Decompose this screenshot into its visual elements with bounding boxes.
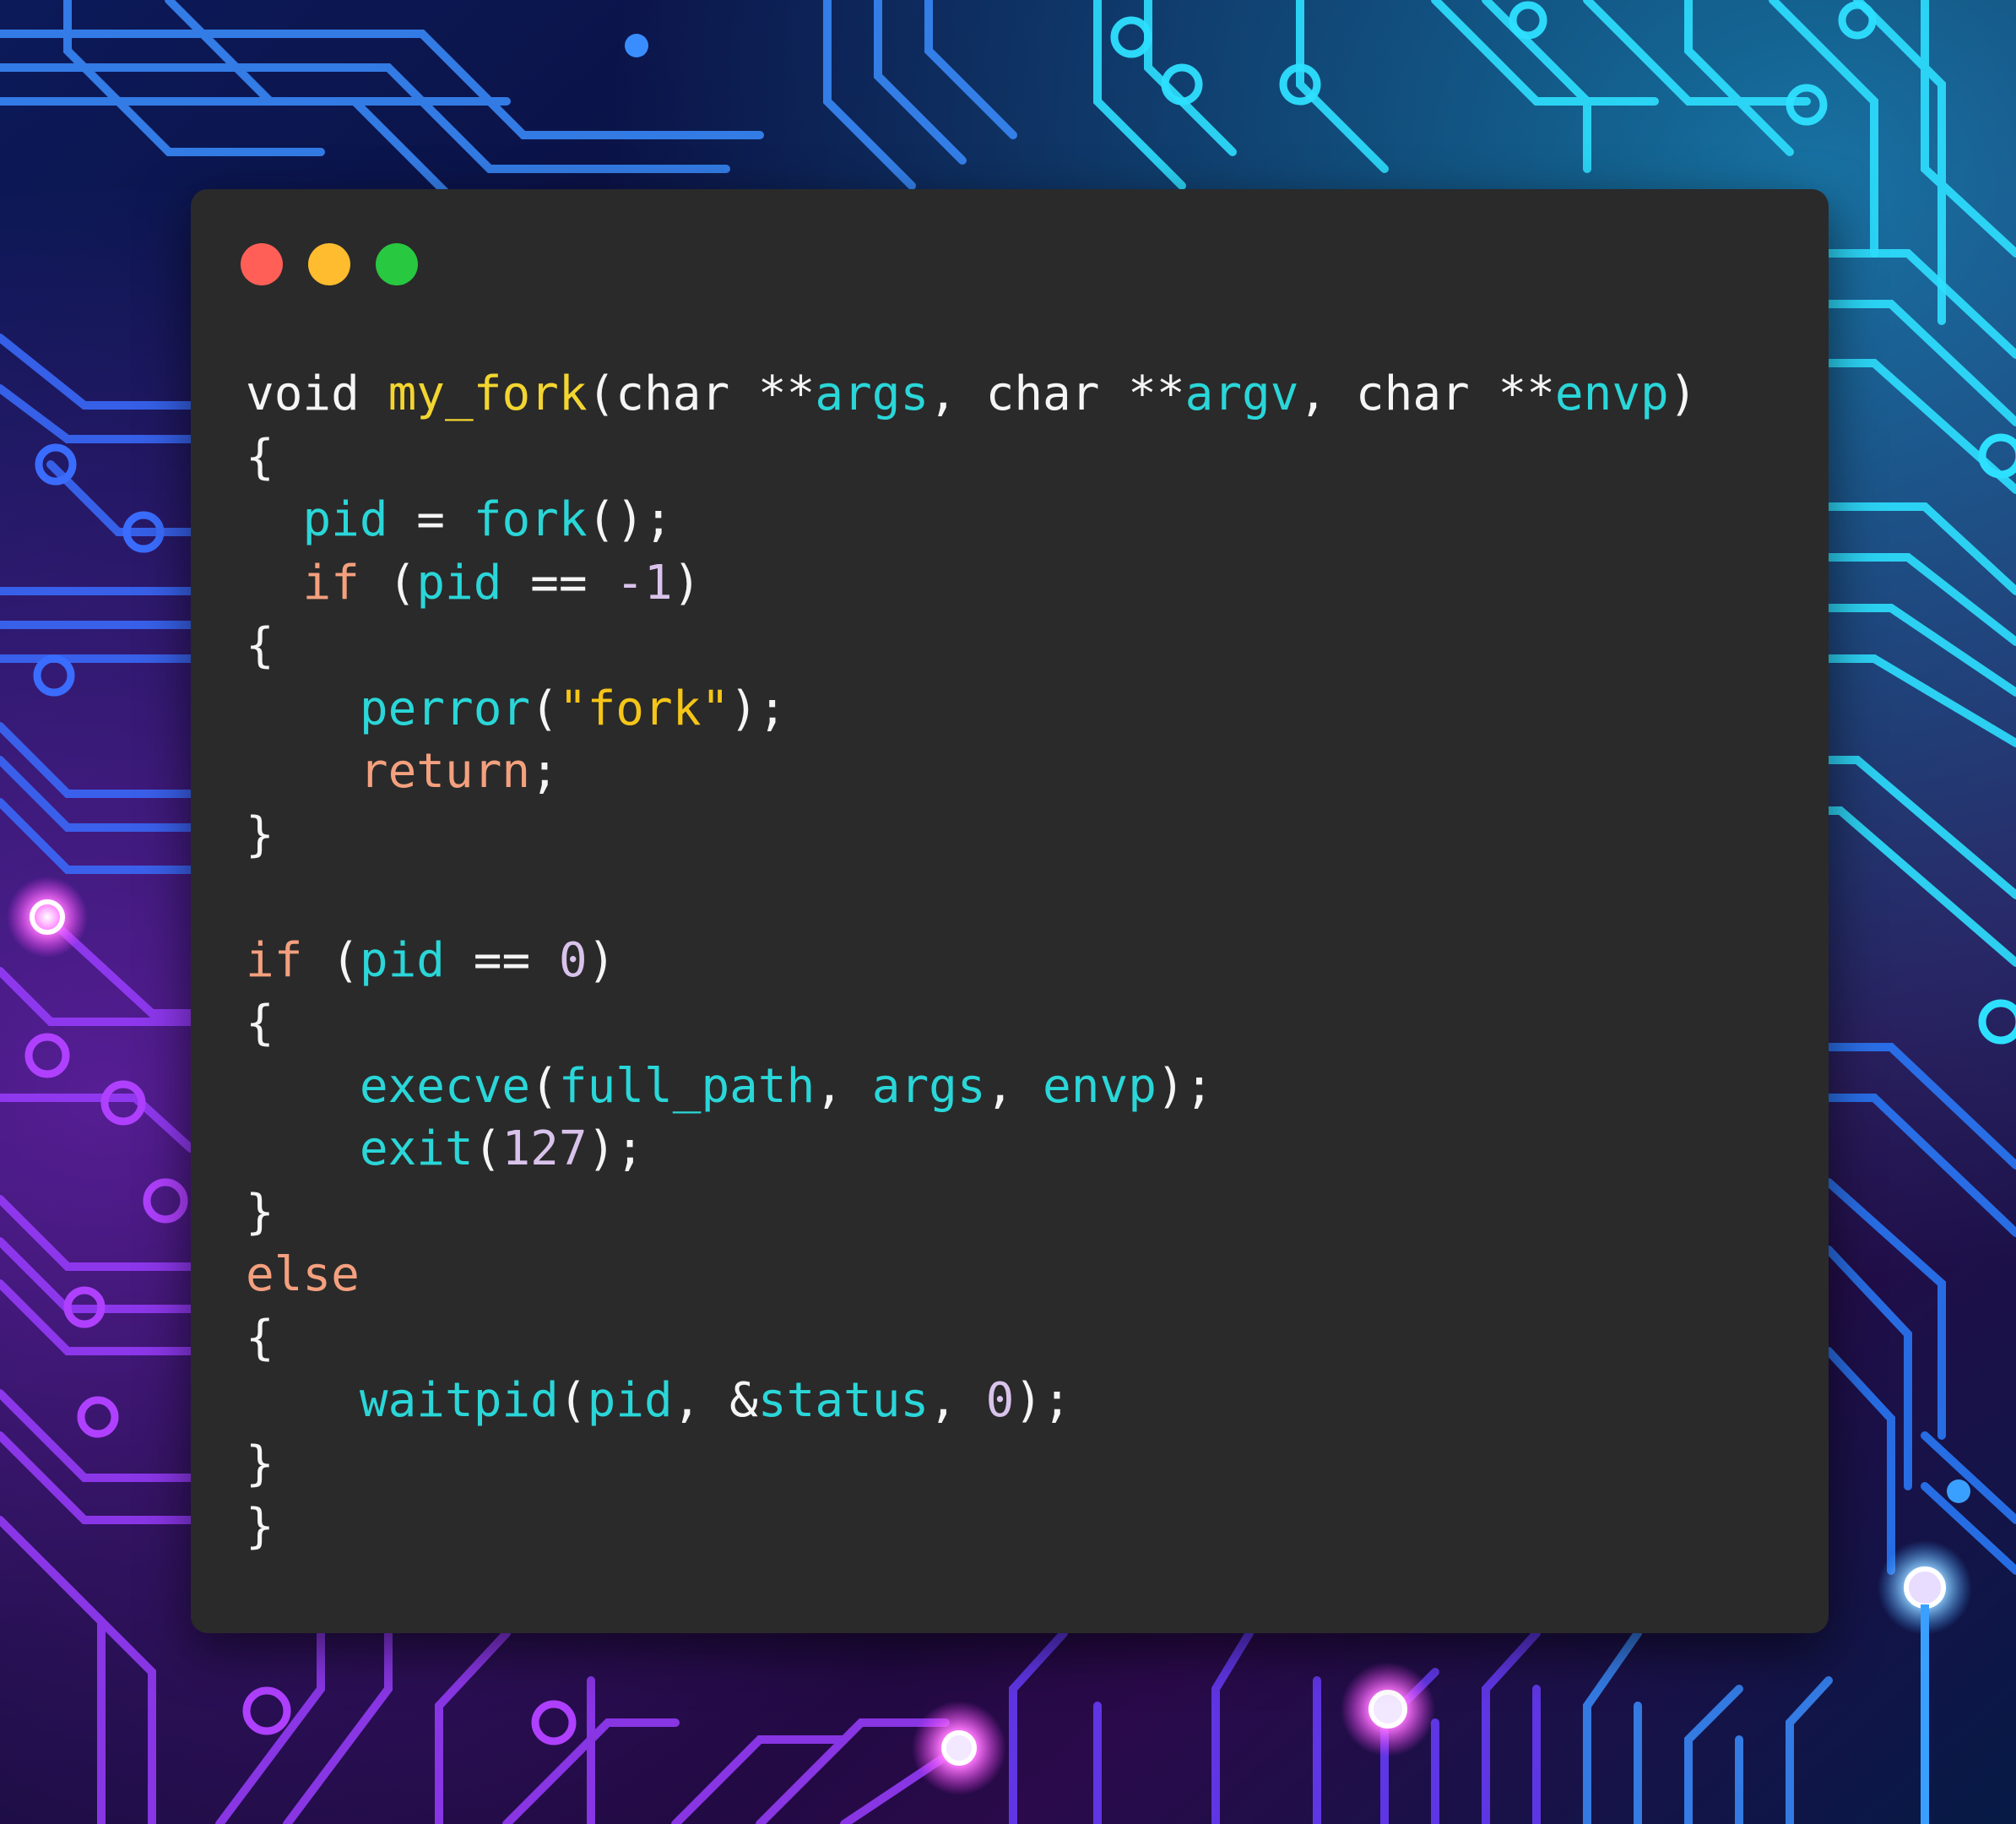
close-button[interactable] — [241, 243, 283, 285]
code-token-plain: } — [246, 1184, 274, 1240]
code-token-ident: pid — [587, 1373, 673, 1428]
code-token-plain: ); — [1014, 1373, 1071, 1428]
code-token-ident: pid — [359, 932, 446, 988]
code-token-plain: == — [501, 555, 616, 611]
code-token-ident: status — [757, 1373, 929, 1428]
code-token-ident: pid — [302, 492, 388, 547]
code-block[interactable]: void my_fork(char **args, char **argv, c… — [246, 363, 1697, 1559]
code-token-plain: { — [246, 618, 274, 673]
code-token-plain: ); — [729, 681, 787, 736]
code-token-plain: void — [246, 366, 388, 421]
code-line: void my_fork(char **args, char **argv, c… — [246, 363, 1697, 426]
code-token-plain: } — [246, 806, 274, 862]
code-token-ident: perror — [359, 681, 531, 736]
code-token-plain: , — [929, 1373, 986, 1428]
code-token-plain: ); — [587, 1121, 645, 1176]
code-token-ident: exit — [359, 1121, 474, 1176]
code-token-plain: , — [815, 1058, 872, 1114]
code-token-str: "fork" — [558, 681, 730, 736]
code-token-ident: waitpid — [359, 1373, 559, 1428]
zoom-button[interactable] — [376, 243, 418, 285]
code-token-plain: ; — [530, 744, 559, 799]
code-token-plain: ) — [1668, 366, 1698, 421]
code-token-ident: fork — [473, 492, 588, 547]
code-token-func: my_fork — [387, 366, 588, 421]
code-line: if (pid == 0) — [246, 930, 1697, 993]
code-line: return; — [246, 741, 1697, 804]
code-token-kw: if — [246, 932, 303, 988]
code-token-plain: ( — [473, 1121, 502, 1176]
code-token-ident: envp — [1554, 366, 1669, 421]
code-token-num: 0 — [985, 1373, 1015, 1428]
code-token-plain: , & — [672, 1373, 758, 1428]
code-line: { — [246, 615, 1697, 678]
code-line: if (pid == -1) — [246, 552, 1697, 616]
code-token-plain: ) — [587, 932, 616, 988]
code-line: else — [246, 1244, 1697, 1307]
code-token-plain: ( — [302, 932, 360, 988]
code-token-ident: full_path — [558, 1058, 816, 1114]
code-token-num: -1 — [615, 555, 673, 611]
code-line: pid = fork(); — [246, 489, 1697, 552]
code-token-plain: (); — [587, 492, 673, 547]
code-line: } — [246, 1496, 1697, 1559]
code-token-plain: == — [445, 932, 559, 988]
code-line: exit(127); — [246, 1118, 1697, 1181]
code-line: execve(full_path, args, envp); — [246, 1056, 1697, 1119]
code-token-plain: { — [246, 996, 274, 1050]
code-token-kw: return — [359, 744, 531, 799]
code-line: { — [246, 1307, 1697, 1371]
code-token-kw: else — [246, 1247, 360, 1302]
code-line: } — [246, 1433, 1697, 1496]
code-token-plain: ) — [672, 555, 702, 611]
code-token-ident: pid — [416, 555, 502, 611]
code-token-ident: argv — [1184, 366, 1299, 421]
code-token-plain: } — [246, 1436, 274, 1491]
code-token-plain: } — [246, 1499, 274, 1554]
code-token-plain: { — [246, 1310, 274, 1365]
code-token-num: 0 — [558, 932, 588, 988]
code-token-kw: if — [302, 555, 360, 611]
code-token-plain: ); — [1156, 1058, 1214, 1114]
code-token-ident: envp — [1043, 1058, 1157, 1114]
code-token-ident: execve — [359, 1058, 531, 1114]
code-token-plain: , char ** — [1298, 366, 1555, 421]
code-token-plain: (char ** — [587, 366, 816, 421]
code-token-plain: ( — [558, 1373, 588, 1428]
code-line: perror("fork"); — [246, 678, 1697, 741]
window-controls — [241, 243, 418, 285]
code-token-num: 127 — [501, 1121, 588, 1176]
code-token-plain: , — [985, 1058, 1043, 1114]
minimize-button[interactable] — [308, 243, 350, 285]
code-token-ident: args — [871, 1058, 986, 1114]
code-line: { — [246, 426, 1697, 490]
code-token-plain: ( — [530, 1058, 559, 1114]
code-line: } — [246, 1181, 1697, 1245]
code-token-plain: { — [246, 429, 274, 485]
code-line: } — [246, 804, 1697, 867]
code-token-plain: ( — [530, 681, 559, 736]
code-window: void my_fork(char **args, char **argv, c… — [191, 189, 1829, 1633]
code-line: { — [246, 992, 1697, 1056]
code-token-plain: ( — [359, 555, 417, 611]
code-token-plain: = — [387, 492, 474, 547]
code-token-plain: , char ** — [929, 366, 1185, 421]
code-line: waitpid(pid, &status, 0); — [246, 1370, 1697, 1433]
code-token-ident: args — [815, 366, 929, 421]
